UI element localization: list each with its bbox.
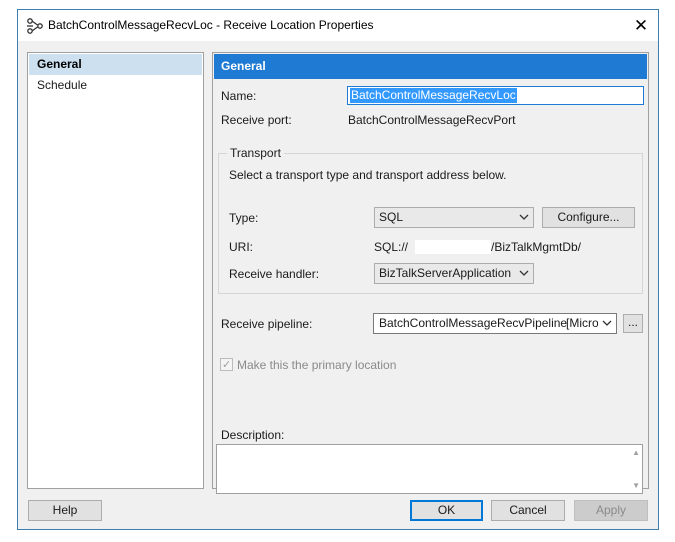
- close-icon: ✕: [633, 16, 649, 35]
- name-label: Name:: [221, 89, 257, 103]
- chevron-down-icon: [602, 320, 612, 326]
- receive-port-value: BatchControlMessageRecvPort: [348, 113, 516, 127]
- transport-instructions: Select a transport type and transport ad…: [229, 168, 507, 182]
- receive-pipeline-select[interactable]: BatchControlMessageRecvPipeline [Micros: [373, 313, 617, 334]
- receive-pipeline-assembly: [Micros: [566, 316, 598, 330]
- nav-list: General Schedule: [27, 52, 204, 489]
- primary-location-checkbox[interactable]: ✓: [220, 358, 233, 371]
- transport-title: Transport: [227, 146, 284, 160]
- browse-pipeline-button[interactable]: ...: [623, 314, 643, 333]
- redacted-server: [415, 240, 491, 254]
- transport-type-value: SQL: [379, 210, 404, 224]
- description-textarea[interactable]: ▲ ▼: [216, 444, 643, 494]
- transport-group: Transport Select a transport type and tr…: [218, 146, 643, 294]
- transport-type-select[interactable]: SQL: [374, 207, 534, 228]
- chevron-down-icon: [519, 270, 529, 276]
- help-button[interactable]: Help: [28, 500, 102, 521]
- general-panel: General Name: BatchControlMessageRecvLoc…: [212, 52, 649, 494]
- nav-item-general[interactable]: General: [29, 54, 202, 75]
- name-value: BatchControlMessageRecvLoc: [350, 88, 517, 103]
- uri-label: URI:: [229, 240, 253, 254]
- description-label: Description:: [221, 428, 285, 442]
- uri-suffix: /BizTalkMgmtDb/: [491, 240, 582, 254]
- receive-location-icon: [27, 18, 43, 34]
- uri-prefix: SQL://: [374, 240, 409, 254]
- receive-pipeline-label: Receive pipeline:: [221, 317, 313, 331]
- receive-handler-label: Receive handler:: [229, 267, 320, 281]
- nav-item-schedule[interactable]: Schedule: [29, 75, 202, 96]
- primary-location-label: Make this the primary location: [237, 358, 397, 372]
- receive-handler-value: BizTalkServerApplication: [379, 266, 512, 280]
- configure-button[interactable]: Configure...: [542, 207, 635, 228]
- scroll-up-icon[interactable]: ▲: [632, 448, 640, 457]
- apply-button[interactable]: Apply: [574, 500, 648, 521]
- receive-pipeline-value: BatchControlMessageRecvPipeline: [379, 316, 568, 330]
- checkmark-icon: ✓: [222, 359, 232, 371]
- chevron-down-icon: [519, 214, 529, 220]
- close-button[interactable]: ✕: [624, 10, 658, 41]
- cancel-button[interactable]: Cancel: [491, 500, 565, 521]
- ok-button[interactable]: OK: [410, 500, 483, 521]
- type-label: Type:: [229, 211, 259, 225]
- title-bar: BatchControlMessageRecvLoc - Receive Loc…: [18, 10, 658, 41]
- receive-handler-select[interactable]: BizTalkServerApplication: [374, 263, 534, 284]
- window-title: BatchControlMessageRecvLoc - Receive Loc…: [48, 18, 374, 32]
- receive-port-label: Receive port:: [221, 113, 292, 127]
- scroll-down-icon[interactable]: ▼: [632, 481, 640, 490]
- properties-dialog: BatchControlMessageRecvLoc - Receive Loc…: [17, 9, 659, 530]
- name-input[interactable]: BatchControlMessageRecvLoc: [347, 86, 644, 105]
- panel-header: General: [214, 54, 647, 79]
